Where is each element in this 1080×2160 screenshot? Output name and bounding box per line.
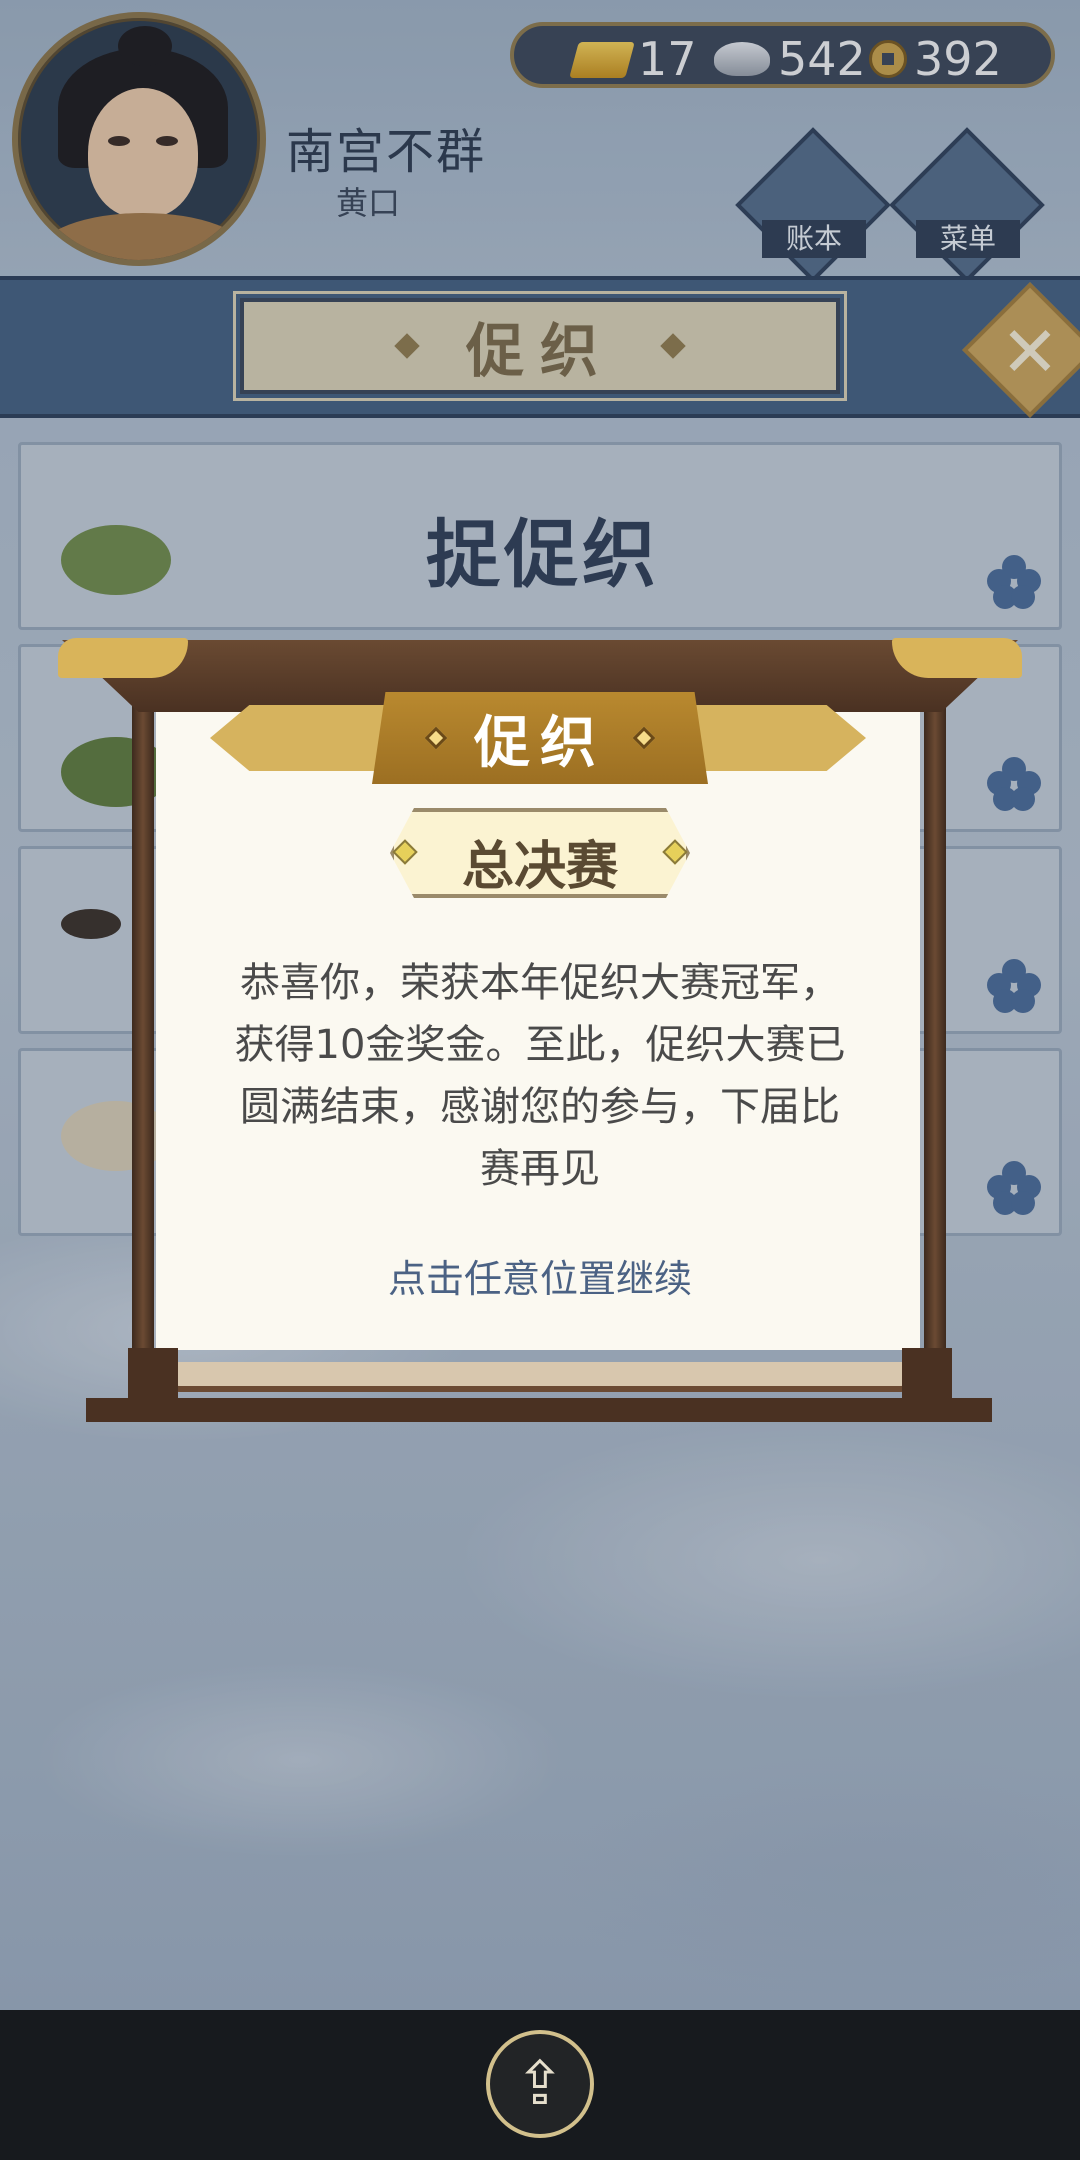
message-line: 恭喜你，荣获本年促织大赛冠军， (240, 960, 840, 1006)
dialog-pillar-left (132, 700, 154, 1360)
badge-label: 总决赛 (461, 837, 618, 897)
message-line: 获得10金奖金。至此，促织大赛已 (234, 1022, 846, 1068)
dialog-pillar-right (924, 700, 946, 1360)
roof-ornament-right (892, 638, 1022, 678)
diamond-ornament-icon (632, 726, 656, 750)
share-icon: ⇪ (514, 2049, 566, 2119)
share-button[interactable]: ⇪ (486, 2030, 594, 2138)
diamond-ornament-icon (424, 726, 448, 750)
message-line: 赛再见 (480, 1146, 600, 1192)
dialog-message: 恭喜你，荣获本年促织大赛冠军， 获得10金奖金。至此，促织大赛已 圆满结束，感谢… (196, 952, 884, 1200)
dialog-title: 促织 (474, 710, 606, 776)
continue-hint[interactable]: 点击任意位置继续 (196, 1248, 884, 1303)
roof-ornament-left (58, 638, 188, 678)
message-line: 圆满结束，感谢您的参与，下届比 (240, 1084, 840, 1130)
dialog-base (86, 1398, 992, 1422)
scroll-edge (150, 1362, 930, 1392)
dialog-title-plaque: 促织 (372, 692, 708, 784)
